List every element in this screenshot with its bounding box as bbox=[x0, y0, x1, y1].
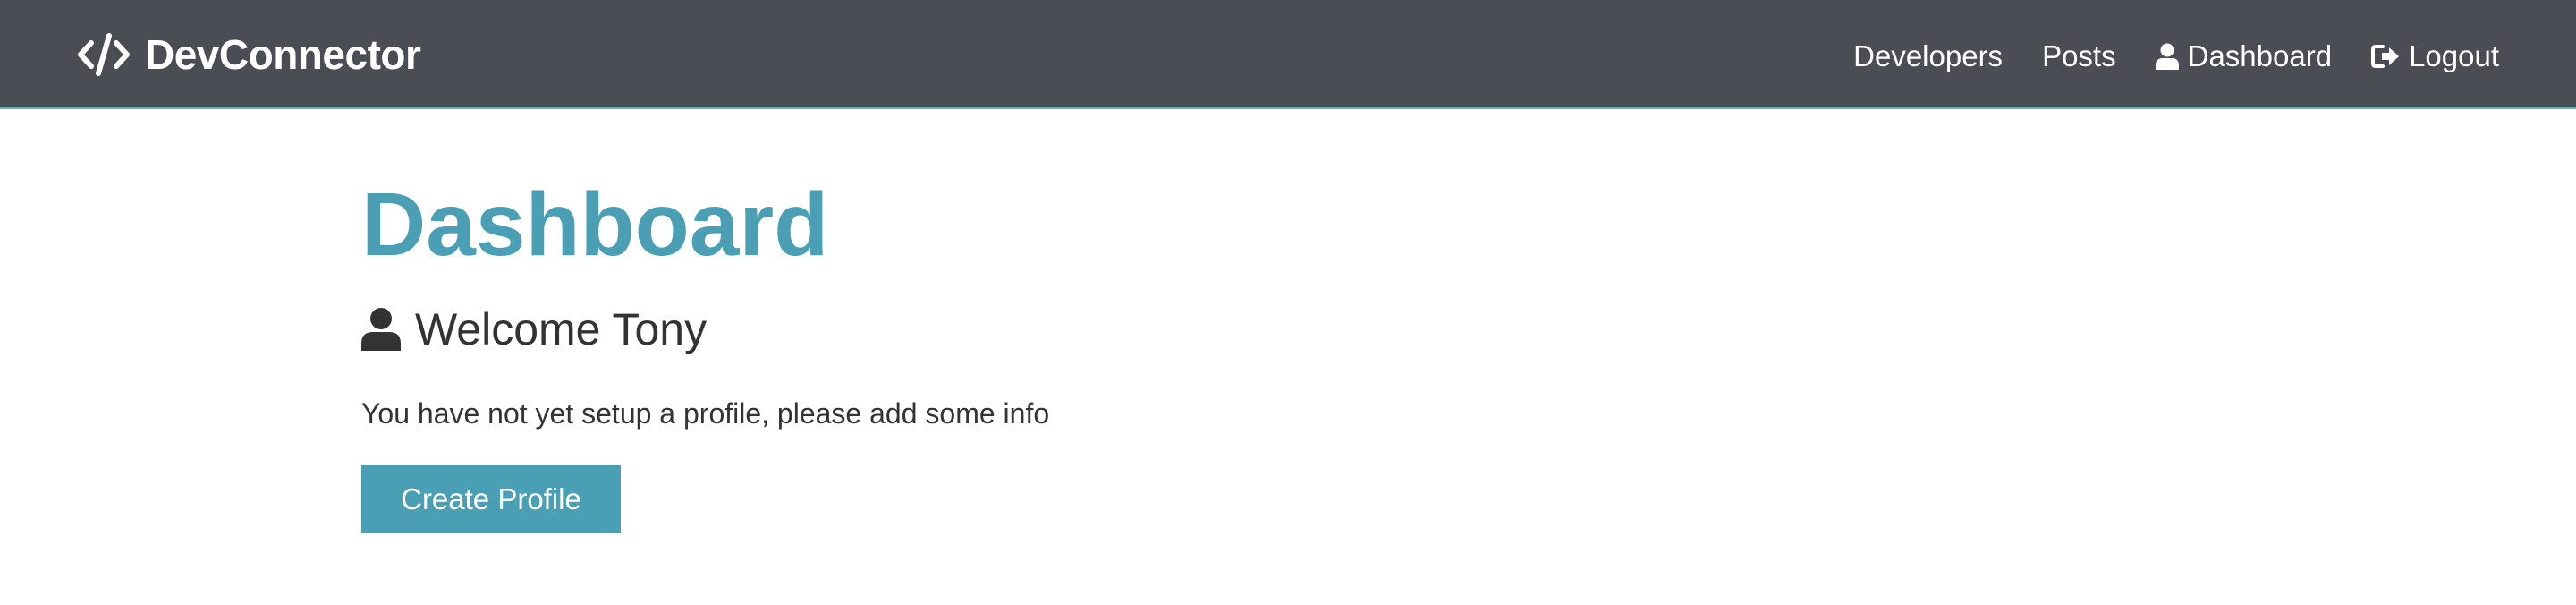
navbar: DevConnector Developers Posts Dashboard … bbox=[0, 0, 2576, 109]
brand-link[interactable]: DevConnector bbox=[77, 27, 421, 82]
code-icon bbox=[78, 33, 130, 76]
create-profile-button[interactable]: Create Profile bbox=[361, 465, 621, 533]
nav-link-dashboard[interactable]: Dashboard bbox=[2155, 39, 2333, 73]
user-icon bbox=[2155, 43, 2179, 70]
nav-link-developers[interactable]: Developers bbox=[1853, 39, 2003, 73]
nav-link-label: Logout bbox=[2409, 39, 2499, 72]
nav-link-label: Dashboard bbox=[2187, 39, 2333, 72]
user-icon bbox=[361, 308, 401, 351]
nav-links: Developers Posts Dashboard Logout bbox=[1814, 34, 2499, 79]
page-title: Dashboard bbox=[361, 175, 829, 275]
nav-link-label: Posts bbox=[2042, 39, 2116, 72]
sign-out-icon bbox=[2371, 45, 2400, 68]
welcome-heading: Welcome Tony bbox=[361, 302, 2213, 356]
nav-link-posts[interactable]: Posts bbox=[2042, 39, 2116, 73]
profile-info-text: You have not yet setup a profile, please… bbox=[361, 397, 1050, 430]
nav-link-label: Developers bbox=[1853, 39, 2004, 72]
nav-link-logout[interactable]: Logout bbox=[2371, 39, 2499, 73]
brand-name: DevConnector bbox=[145, 31, 421, 78]
main-content: Dashboard Welcome Tony You have not yet … bbox=[361, 170, 2213, 533]
welcome-text: Welcome Tony bbox=[415, 304, 708, 354]
